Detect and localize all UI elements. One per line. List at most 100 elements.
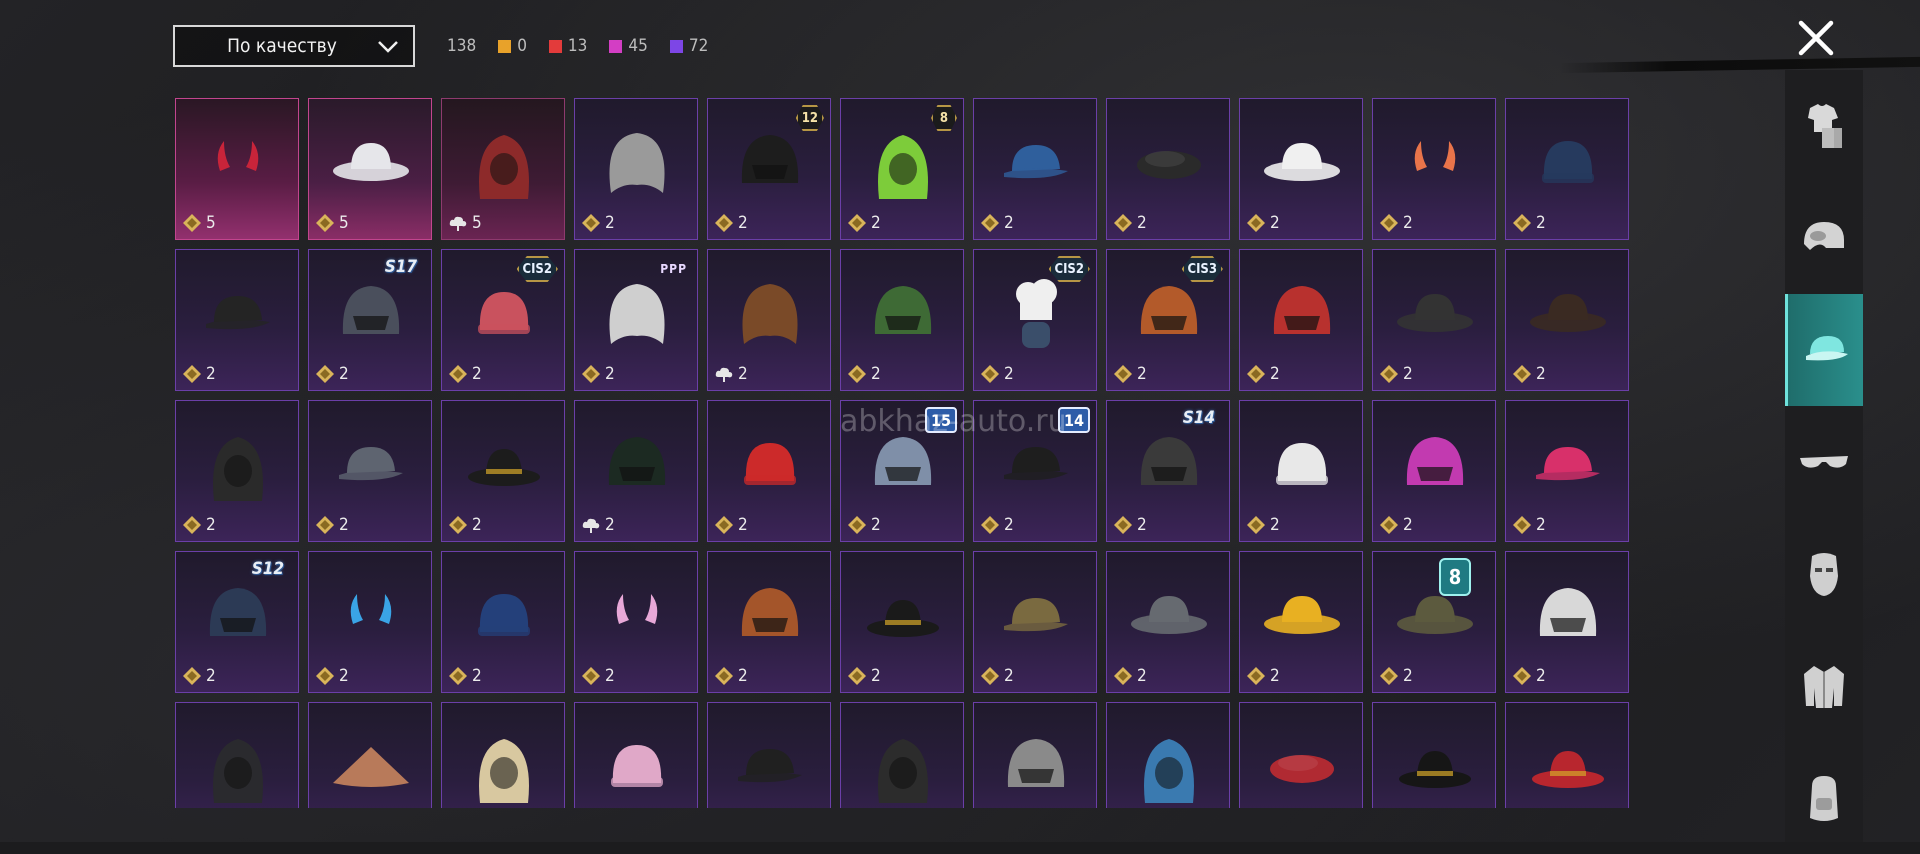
- item-tile-red-fedora[interactable]: [1505, 702, 1629, 808]
- item-tile-astro-helmet[interactable]: S12 2: [175, 551, 299, 693]
- item-tile-grey-cap[interactable]: 2: [308, 400, 432, 542]
- item-tile-cake-hat[interactable]: [574, 702, 698, 808]
- item-tile-bandana-head[interactable]: 2: [707, 400, 831, 542]
- item-tile-red-beret[interactable]: [1239, 702, 1363, 808]
- item-tile-grey-hair[interactable]: 2: [574, 98, 698, 240]
- item-count-value: 2: [605, 515, 615, 535]
- item-tile-gold-fedora[interactable]: 2: [441, 400, 565, 542]
- item-tile-pink-cap[interactable]: 2: [1505, 400, 1629, 542]
- item-tile-black-beret[interactable]: 2: [1106, 98, 1230, 240]
- item-count-value: 2: [1536, 364, 1546, 384]
- outfit-icon: [1808, 104, 1842, 148]
- item-tile-top-hat[interactable]: [1372, 702, 1496, 808]
- item-tile-balaclava[interactable]: [840, 702, 964, 808]
- item-tile-boonie-hat[interactable]: 82: [1372, 551, 1496, 693]
- item-tile-red-moto-helmet[interactable]: 2: [1239, 249, 1363, 391]
- coin-icon: [582, 365, 600, 383]
- item-count-value: 2: [1137, 213, 1147, 233]
- item-tile-bunny-helmet[interactable]: 12 2: [707, 98, 831, 240]
- item-tile-steampunk-hat[interactable]: 2: [1505, 249, 1629, 391]
- item-count-value: 2: [1270, 515, 1280, 535]
- toolbar: По качеству 138 0 13 45 72: [173, 24, 708, 68]
- coin-icon: [316, 214, 334, 232]
- item-tile-braided-hair[interactable]: 2: [707, 249, 831, 391]
- item-chicken-hood-icon: [479, 135, 529, 199]
- tab-jacket[interactable]: [1785, 630, 1863, 742]
- item-tile-green-visor-helmet[interactable]: 2: [574, 400, 698, 542]
- tab-backpack[interactable]: [1785, 742, 1863, 854]
- item-tile-cat-ears[interactable]: 2: [1372, 98, 1496, 240]
- sort-dropdown[interactable]: По качеству: [173, 25, 415, 67]
- item-tile-shark-hat[interactable]: [1106, 702, 1230, 808]
- item-tile-luchador-mask[interactable]: [973, 702, 1097, 808]
- item-tile-blue-bunny-band[interactable]: 2: [308, 551, 432, 693]
- item-count: 5: [182, 213, 216, 233]
- item-tile-camo-cap[interactable]: 2: [973, 551, 1097, 693]
- item-count-value: 2: [738, 213, 748, 233]
- quality-swatch: [498, 39, 512, 53]
- item-tile-knight-helmet[interactable]: S14 2: [1106, 400, 1230, 542]
- item-count: 2: [1379, 364, 1413, 384]
- item-count: 2: [714, 666, 748, 686]
- item-count: 2: [581, 213, 615, 233]
- item-white-turban-icon: [1276, 443, 1328, 485]
- item-tile-dark-cap[interactable]: [707, 702, 831, 808]
- tab-outfit[interactable]: [1785, 70, 1863, 182]
- item-tile-skull-hood[interactable]: 82: [840, 98, 964, 240]
- item-tile-cat-headphones[interactable]: 2: [574, 551, 698, 693]
- item-camo-cap-icon: [1004, 598, 1068, 632]
- coin-icon: [1513, 667, 1531, 685]
- close-icon[interactable]: [1792, 14, 1840, 62]
- item-count-value: 2: [472, 364, 482, 384]
- quality-count: 72: [688, 36, 709, 56]
- tab-face[interactable]: [1785, 518, 1863, 630]
- item-grey-bucket-icon: [1131, 596, 1207, 634]
- item-tile-chef-mask[interactable]: CIS2 2: [973, 249, 1097, 391]
- coin-icon: [582, 214, 600, 232]
- tab-glasses[interactable]: [1785, 406, 1863, 518]
- item-tile-black-cap[interactable]: 2: [175, 249, 299, 391]
- item-count: 2: [581, 515, 615, 535]
- item-tile-blue-cap[interactable]: 2: [973, 98, 1097, 240]
- item-tile-silver-bob[interactable]: PPP 2: [574, 249, 698, 391]
- item-tile-white-panama[interactable]: 5: [308, 98, 432, 240]
- item-tile-gladiator-helmet[interactable]: 15 2: [840, 400, 964, 542]
- item-tile-horned-helmet[interactable]: S17 2: [308, 249, 432, 391]
- item-tile-tribal-mask[interactable]: 2: [175, 400, 299, 542]
- item-tile-blue-beanie[interactable]: 2: [441, 551, 565, 693]
- item-tile-football-helmet[interactable]: 2: [707, 551, 831, 693]
- item-tile-grey-bucket[interactable]: 2: [1106, 551, 1230, 693]
- item-tile-striped-beanie[interactable]: CIS2 2: [441, 249, 565, 391]
- item-tile-navy-beanie[interactable]: 2: [1505, 98, 1629, 240]
- coin-icon: [848, 214, 866, 232]
- item-green-helmet-icon: [874, 286, 932, 334]
- item-count-value: 2: [339, 515, 349, 535]
- item-tile-chicken-hood[interactable]: 5: [441, 98, 565, 240]
- item-tile-white-turban[interactable]: 2: [1239, 400, 1363, 542]
- item-tile-pirate-hat[interactable]: 2: [840, 551, 964, 693]
- item-badge: 15: [924, 407, 957, 433]
- tab-cap[interactable]: [1785, 294, 1863, 406]
- quality-swatch: [609, 39, 623, 53]
- item-tile-yellow-bucket[interactable]: 2: [1239, 551, 1363, 693]
- coin-icon: [715, 214, 733, 232]
- coin-icon: [715, 516, 733, 534]
- item-tile-anubis-mask[interactable]: [175, 702, 299, 808]
- item-tile-spiked-pink-helmet[interactable]: 2: [1372, 400, 1496, 542]
- item-count: 2: [182, 666, 216, 686]
- item-count-value: 2: [1004, 666, 1014, 686]
- item-tile-police-cap[interactable]: 14 2: [973, 400, 1097, 542]
- item-count-value: 2: [339, 666, 349, 686]
- item-tile-green-helmet[interactable]: 2: [840, 249, 964, 391]
- item-tile-soccer-ball-mask[interactable]: 2: [1505, 551, 1629, 693]
- inventory-grid: 5 5 5 2 12 2 8 2 2 2 2 2 2 2 S17 2 CIS2 2 PPP 2 2 2 CIS2 2 CIS3 2…: [175, 98, 1635, 808]
- item-tile-conical-hat[interactable]: [308, 702, 432, 808]
- quality-stat-gold: 0: [498, 36, 527, 56]
- item-tile-devil-horns[interactable]: 5: [175, 98, 299, 240]
- item-tile-jester-mask[interactable]: [441, 702, 565, 808]
- item-tile-sun-hat[interactable]: 2: [1239, 98, 1363, 240]
- tab-helmet[interactable]: [1785, 182, 1863, 294]
- item-count: 2: [1246, 515, 1280, 535]
- item-tile-robot-head[interactable]: CIS3 2: [1106, 249, 1230, 391]
- item-tile-sombrero[interactable]: 2: [1372, 249, 1496, 391]
